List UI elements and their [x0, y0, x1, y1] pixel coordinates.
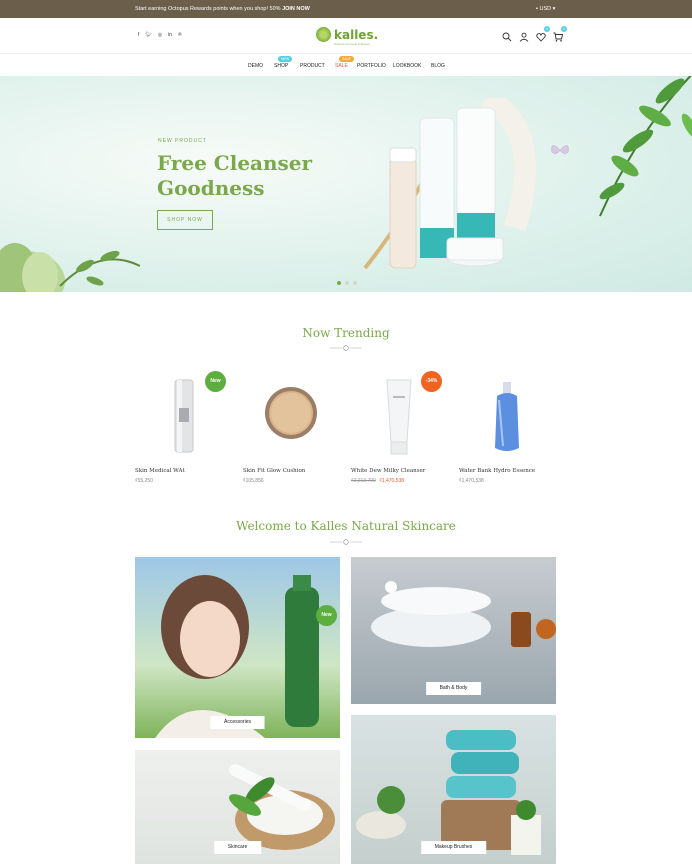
section-divider-icon	[330, 539, 362, 545]
hero-kicker: NEW PRODUCT	[158, 138, 207, 144]
slider-dot[interactable]	[353, 281, 357, 285]
hero-title: Free Cleanser Goodness	[157, 151, 313, 200]
new-badge: New	[205, 371, 226, 392]
product-card[interactable]: New Skin Medical WAt ₫55,250	[135, 368, 235, 493]
leaves-decoration	[599, 76, 692, 217]
search-icon[interactable]	[502, 29, 512, 42]
product-card[interactable]: -34% White Dew Milky Cleanser ₫2,213,700…	[351, 368, 451, 493]
facebook-icon[interactable]: f	[138, 32, 139, 38]
account-icon[interactable]	[519, 29, 529, 42]
join-now-link[interactable]: JOIN NOW	[282, 6, 310, 12]
product-card[interactable]: Skin Fit Glow Cushion ₫105,856	[243, 368, 343, 493]
slider-dots	[337, 281, 357, 285]
header-icons: 0 0	[502, 26, 567, 42]
announcement-bar: Start earning Octopus Rewards points whe…	[0, 0, 692, 18]
logo-mark-icon	[316, 27, 331, 42]
artichoke-leaves-decoration	[0, 243, 140, 292]
trending-title: Now Trending	[302, 326, 390, 340]
category-card-skincare[interactable]: Skincare	[135, 750, 340, 864]
hero-slider: NEW PRODUCT Free Cleanser Goodness SHOP …	[0, 76, 692, 292]
old-price: ₫2,213,700	[351, 478, 376, 484]
social-links: f 🐦︎ ◎ in ℗	[138, 32, 182, 38]
hero-product-image	[363, 98, 536, 270]
category-card-bath-body[interactable]: Bath & Body	[351, 557, 556, 704]
product-price: ₫1,470,538	[459, 478, 484, 484]
chevron-down-icon: ▾	[551, 6, 556, 12]
product-price: ₫55,250	[135, 478, 153, 484]
pinterest-icon[interactable]: ℗	[178, 32, 182, 38]
cushion-compact-image	[265, 387, 317, 439]
category-label[interactable]: Accessories	[210, 716, 265, 729]
welcome-title: Welcome to Kalles Natural Skincare	[236, 519, 456, 533]
butterfly-icon	[551, 145, 569, 154]
wishlist-count-badge: 0	[544, 26, 550, 32]
sale-price: ₫1,470,538	[379, 478, 405, 484]
nav-item-lookbook[interactable]: LOOKBOOK	[393, 63, 421, 69]
category-card-makeup-brushes[interactable]: Makeup Brushes	[351, 715, 556, 864]
product-price: ₫105,856	[243, 478, 264, 484]
currency-selector[interactable]: ▪ USD ▾	[536, 6, 555, 12]
instagram-icon[interactable]: ◎	[158, 32, 162, 38]
product-price: ₫2,213,700 ₫1,470,538	[351, 478, 404, 484]
product-name[interactable]: Water Bank Hydro Essence	[459, 468, 535, 474]
site-logo[interactable]: kalles. Natural Cosmetic & Beauty	[316, 27, 378, 46]
new-badge: New	[278, 56, 293, 62]
category-label[interactable]: Bath & Body	[425, 682, 482, 695]
twitter-icon[interactable]: 🐦︎	[145, 32, 151, 38]
site-header: f 🐦︎ ◎ in ℗ kalles. Natural Cosmetic & B…	[0, 18, 692, 54]
section-divider-icon	[330, 345, 362, 351]
new-badge: New	[316, 605, 337, 626]
category-label[interactable]: Skincare	[213, 841, 262, 854]
wishlist-icon[interactable]: 0	[536, 26, 550, 42]
slider-dot[interactable]	[337, 281, 341, 285]
shop-now-button[interactable]: SHOP NOW	[157, 210, 213, 230]
essence-bottle-image	[495, 382, 519, 451]
sale-badge: Sale	[339, 56, 354, 62]
promo-text: Start earning Octopus Rewards points whe…	[135, 6, 310, 12]
nav-item-shop[interactable]: SHOP New	[274, 56, 293, 69]
cart-count-badge: 0	[561, 26, 567, 32]
category-label[interactable]: Makeup Brushes	[420, 841, 487, 854]
product-name[interactable]: Skin Fit Glow Cushion	[243, 468, 305, 474]
nav-item-sale[interactable]: SALE Sale	[335, 56, 354, 69]
product-name[interactable]: Skin Medical WAt	[135, 468, 185, 474]
nav-item-blog[interactable]: BLOG	[431, 63, 445, 69]
nav-item-portfolio[interactable]: PORTFOLIO	[357, 63, 386, 69]
discount-badge: -34%	[421, 371, 442, 392]
slider-dot[interactable]	[345, 281, 349, 285]
category-card-accessories[interactable]: New Accessories	[135, 557, 340, 738]
nav-item-demo[interactable]: DEMO	[248, 63, 263, 69]
cart-icon[interactable]: 0	[553, 26, 567, 42]
linkedin-icon[interactable]: in	[168, 32, 172, 38]
model-with-bottle-image	[155, 575, 319, 738]
product-name[interactable]: White Dew Milky Cleanser	[351, 468, 425, 474]
nav-item-product[interactable]: PRODUCT	[300, 63, 325, 69]
product-card[interactable]: Water Bank Hydro Essence ₫1,470,538	[459, 368, 559, 493]
main-nav: DEMO SHOP New PRODUCT SALE Sale PORTFOLI…	[0, 55, 692, 76]
